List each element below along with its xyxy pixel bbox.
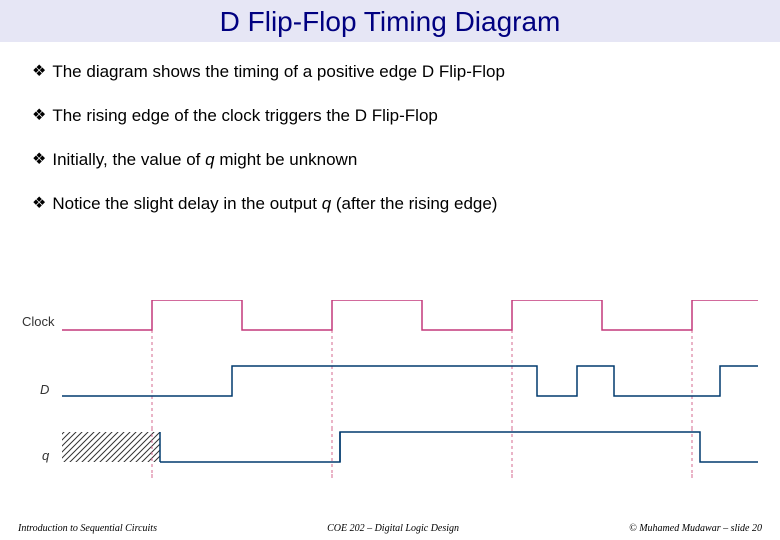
- clock-label: Clock: [22, 314, 55, 329]
- slide-title: D Flip-Flop Timing Diagram: [0, 6, 780, 38]
- list-item: ❖ The diagram shows the timing of a posi…: [32, 61, 748, 83]
- title-bar: D Flip-Flop Timing Diagram: [0, 0, 780, 43]
- footer-left: Introduction to Sequential Circuits: [18, 523, 157, 534]
- list-item: ❖ Notice the slight delay in the output …: [32, 193, 748, 215]
- footer-right: © Muhamed Mudawar – slide 20: [629, 523, 762, 534]
- bullet-text-italic: q: [322, 194, 331, 213]
- timing-diagram: Clock D q: [22, 300, 758, 500]
- footer: Introduction to Sequential Circuits COE …: [0, 523, 780, 534]
- list-item: ❖ Initially, the value of q might be unk…: [32, 149, 748, 171]
- timing-svg: [22, 300, 758, 500]
- bullet-text-segment: (after the rising edge): [331, 194, 497, 213]
- bullet-text: Notice the slight delay in the output q …: [52, 193, 748, 215]
- diamond-icon: ❖: [32, 106, 46, 127]
- diamond-icon: ❖: [32, 194, 46, 215]
- bullet-text-segment: Notice the slight delay in the output: [52, 194, 321, 213]
- diamond-icon: ❖: [32, 62, 46, 83]
- bullet-text-segment: Initially, the value of: [52, 150, 205, 169]
- bullet-text-italic: q: [205, 150, 214, 169]
- bullet-text: The diagram shows the timing of a positi…: [52, 61, 748, 83]
- d-label: D: [40, 382, 49, 397]
- bullet-text: Initially, the value of q might be unkno…: [52, 149, 748, 171]
- bullet-text-segment: The rising edge of the clock triggers th…: [52, 106, 438, 125]
- footer-center: COE 202 – Digital Logic Design: [327, 523, 459, 534]
- diamond-icon: ❖: [32, 150, 46, 171]
- bullet-text: The rising edge of the clock triggers th…: [52, 105, 748, 127]
- bullet-text-segment: The diagram shows the timing of a positi…: [52, 62, 505, 81]
- list-item: ❖ The rising edge of the clock triggers …: [32, 105, 748, 127]
- bullet-list: ❖ The diagram shows the timing of a posi…: [0, 43, 780, 245]
- q-label: q: [42, 448, 49, 463]
- bullet-text-segment: might be unknown: [215, 150, 358, 169]
